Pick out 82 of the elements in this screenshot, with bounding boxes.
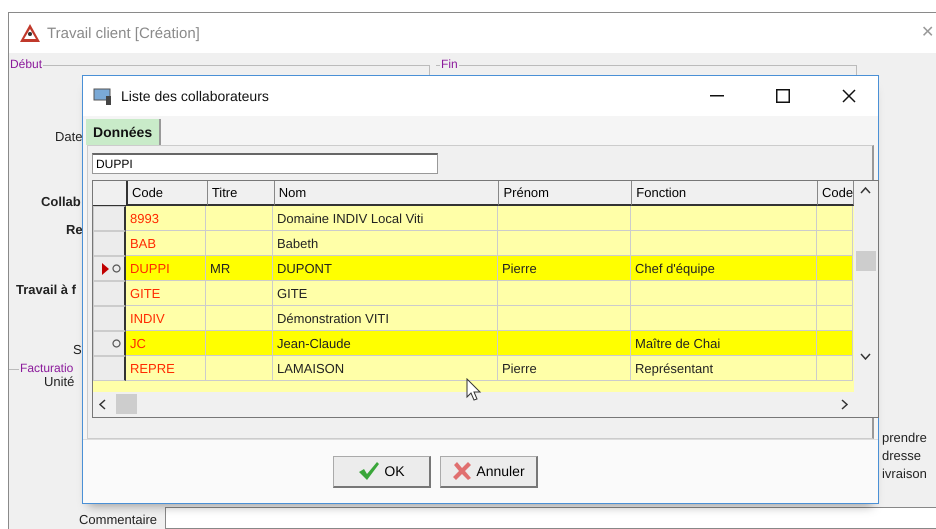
column-header[interactable]: Prénom (499, 181, 632, 206)
field-label: Re (66, 222, 83, 237)
row-indicator[interactable] (93, 306, 126, 331)
table-cell: 8993 (126, 206, 206, 231)
search-field[interactable]: DUPPI (92, 153, 438, 174)
table-cell (206, 331, 273, 356)
table-cell: Démonstration VITI (273, 306, 498, 331)
table-cell (817, 281, 853, 306)
table-cell (206, 306, 273, 331)
group-label: Début (9, 57, 44, 71)
cross-icon (452, 461, 472, 481)
row-indicator[interactable] (93, 256, 126, 281)
option-label: dresse (882, 447, 922, 465)
group-label: Facturatio (19, 361, 74, 375)
table-cell (817, 231, 853, 256)
row-indicator[interactable] (93, 331, 126, 356)
table-cell: Chef d'équipe (631, 256, 817, 281)
table-cell: Babeth (273, 231, 498, 256)
mouse-pointer-icon (466, 378, 482, 402)
table-cell (817, 206, 853, 231)
dialog-title: Liste des collaborateurs (121, 88, 270, 104)
warning-sign-icon (19, 23, 41, 43)
table-cell: LAMAISON (273, 356, 498, 381)
maximize-icon (776, 89, 790, 103)
check-icon (358, 461, 380, 481)
minimize-icon (710, 95, 724, 97)
table-cell: Domaine INDIV Local Viti (273, 206, 498, 231)
field-label: S (73, 342, 82, 357)
horizontal-scrollbar[interactable] (93, 392, 878, 417)
table-cell: JC (126, 331, 206, 356)
column-header[interactable]: Fonction (632, 181, 818, 206)
comment-field[interactable] (165, 507, 936, 529)
field-label: Commentaire (79, 512, 158, 529)
column-header[interactable]: Titre (208, 181, 275, 206)
table-cell: GITE (273, 281, 498, 306)
column-header[interactable]: Nom (274, 181, 500, 206)
scroll-thumb[interactable] (856, 251, 876, 271)
tab[interactable]: Données (86, 119, 162, 145)
table-cell: DUPPI (126, 256, 206, 281)
table-cell: DUPONT (273, 256, 498, 281)
row-indicator[interactable] (93, 206, 126, 231)
field-label: Date (55, 129, 82, 144)
column-header[interactable]: Code (128, 181, 208, 206)
field-label: Unité (44, 374, 74, 389)
table-cell (206, 206, 273, 231)
table-cell (817, 331, 853, 356)
table-cell (817, 356, 853, 381)
row-indicator[interactable] (93, 281, 126, 306)
table-cell: Maître de Chai (631, 331, 817, 356)
table-cell (817, 306, 853, 331)
table-cell (206, 356, 273, 381)
table-cell (817, 256, 853, 281)
table-cell: REPRE (126, 356, 206, 381)
table-cell (206, 231, 273, 256)
mark-circle-icon (112, 264, 121, 273)
close-icon (842, 89, 856, 103)
table-cell: MR (206, 256, 273, 281)
grid-corner (93, 181, 128, 207)
cancel-button[interactable]: Annuler (440, 456, 538, 488)
table-cell: BAB (126, 231, 206, 256)
window-app-icon (93, 86, 113, 106)
group-label: Fin (440, 57, 459, 71)
table-cell: Représentant (631, 356, 817, 381)
table-cell (206, 281, 273, 306)
field-label: Travail à f (16, 282, 76, 297)
table-cell: GITE (126, 281, 206, 306)
field-label: Collab (41, 194, 81, 209)
current-row-icon (102, 262, 109, 274)
column-header[interactable]: Code (818, 181, 854, 206)
table-cell: Jean-Claude (273, 331, 498, 356)
option-label: ivraison (882, 465, 927, 483)
table-cell: INDIV (126, 306, 206, 331)
window-title: Travail client [Création] (47, 24, 200, 42)
row-indicator[interactable] (93, 356, 126, 381)
table-cell: Pierre (498, 256, 631, 281)
mark-circle-icon (112, 339, 121, 348)
vertical-scrollbar[interactable] (854, 181, 878, 392)
option-label: prendre (882, 429, 927, 447)
table-cell: Pierre (498, 356, 631, 381)
ok-button[interactable]: OK (333, 456, 431, 488)
row-indicator[interactable] (93, 231, 126, 256)
scroll-thumb[interactable] (116, 394, 137, 414)
